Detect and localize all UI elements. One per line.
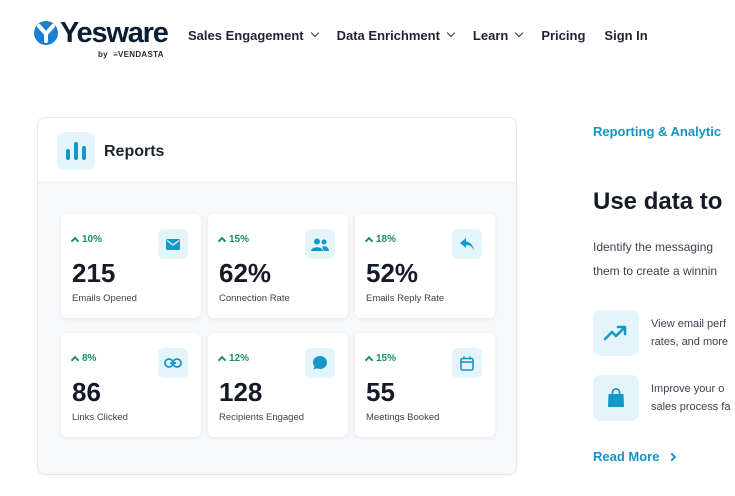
- vendasta-mark-icon: ≡: [110, 50, 118, 59]
- metric-tile-meetings-booked: 15% 55 Meetings Booked: [355, 333, 495, 437]
- metric-label: Recipients Engaged: [219, 412, 305, 423]
- envelope-icon: [158, 229, 188, 259]
- feature-line: View email perf: [651, 318, 726, 330]
- read-more-link[interactable]: Read More: [593, 449, 677, 464]
- delta-badge: 12%: [217, 353, 250, 365]
- metric-label: Emails Reply Rate: [366, 293, 445, 304]
- nav-sign-in[interactable]: Sign In: [604, 28, 647, 43]
- feature-text: Improve your o sales process fa: [651, 380, 730, 416]
- arrow-up-icon: [70, 355, 80, 365]
- main-nav: Sales Engagement Data Enrichment Learn P…: [188, 27, 667, 43]
- chevron-down-icon: [446, 28, 456, 38]
- arrow-up-icon: [217, 355, 227, 365]
- delta-badge: 15%: [364, 353, 397, 365]
- section-eyebrow: Reporting & Analytic: [593, 124, 722, 139]
- delta-value: 15%: [376, 353, 397, 364]
- metric-value: 62%: [219, 258, 272, 288]
- feature-text: View email perf rates, and more: [651, 315, 728, 351]
- chat-bubble-icon: [305, 348, 335, 378]
- metric-value: 55: [366, 377, 395, 407]
- chevron-down-icon: [515, 28, 524, 38]
- feature-line: sales process fa: [651, 401, 731, 413]
- section-headline: Use data to: [593, 188, 723, 215]
- reports-card-header: Reports: [38, 118, 516, 183]
- nav-label: Pricing: [541, 27, 586, 43]
- partner-name: VENDASTA: [117, 50, 164, 59]
- paragraph-line: Identify the messaging: [593, 240, 714, 254]
- delta-value: 10%: [82, 234, 103, 245]
- metric-label: Links Clicked: [72, 412, 128, 423]
- metric-value: 86: [72, 377, 101, 407]
- calendar-icon: [452, 348, 482, 378]
- metric-value: 52%: [366, 258, 419, 288]
- read-more-label: Read More: [593, 449, 660, 464]
- nav-sales-engagement[interactable]: Sales Engagement: [188, 27, 319, 43]
- nav-label: Sales Engagement: [188, 27, 304, 43]
- brand-name: Yesware: [60, 17, 169, 49]
- metric-tile-links-clicked: 8% 86 Links Clicked: [61, 333, 201, 437]
- metric-label: Connection Rate: [219, 293, 290, 304]
- reports-title: Reports: [104, 143, 165, 160]
- nav-learn[interactable]: Learn: [472, 27, 524, 43]
- metric-label: Meetings Booked: [366, 412, 440, 423]
- page: Yesware by ≡VENDASTA Sales Engagement Da…: [0, 0, 735, 496]
- nav-label: Sign In: [604, 27, 648, 43]
- trend-up-icon: [593, 310, 639, 356]
- delta-badge: 18%: [364, 234, 397, 246]
- brand-byline: by ≡VENDASTA: [98, 50, 164, 59]
- metric-tile-recipients-engaged: 12% 128 Recipients Engaged: [208, 333, 348, 437]
- metric-tile-reply-rate: 18% 52% Emails Reply Rate: [355, 214, 495, 318]
- arrow-up-icon: [364, 355, 374, 365]
- metric-label: Emails Opened: [72, 293, 137, 304]
- nav-pricing[interactable]: Pricing: [541, 28, 585, 43]
- arrow-up-icon: [70, 236, 80, 246]
- chevron-right-icon: [668, 452, 677, 461]
- shopping-bag-icon: [593, 375, 639, 421]
- chevron-down-icon: [310, 28, 319, 38]
- metric-tile-emails-opened: 10% 215 Emails Opened: [61, 214, 201, 318]
- delta-value: 12%: [229, 353, 250, 364]
- feature-line: rates, and more: [651, 336, 729, 348]
- delta-value: 15%: [229, 234, 250, 245]
- paragraph-line: them to create a winnin: [593, 264, 718, 278]
- yesware-logo-icon: [34, 21, 58, 45]
- nav-data-enrichment[interactable]: Data Enrichment: [336, 27, 456, 43]
- delta-badge: 8%: [70, 353, 97, 365]
- feature-line: Improve your o: [651, 383, 725, 395]
- delta-value: 8%: [82, 353, 97, 364]
- bar-chart-icon: [57, 132, 95, 170]
- reports-card: Reports 10% 215 Emails Opened 15% 62% Co…: [37, 117, 517, 475]
- reply-icon: [452, 229, 482, 259]
- delta-value: 18%: [376, 234, 397, 245]
- byline-text: by: [98, 50, 108, 59]
- arrow-up-icon: [364, 236, 374, 246]
- delta-badge: 10%: [70, 234, 103, 246]
- metric-tile-connection-rate: 15% 62% Connection Rate: [208, 214, 348, 318]
- metric-value: 215: [72, 258, 116, 288]
- metric-value: 128: [219, 377, 263, 407]
- arrow-up-icon: [217, 236, 227, 246]
- people-icon: [305, 229, 335, 259]
- yesware-logo[interactable]: Yesware by ≡VENDASTA: [33, 17, 169, 62]
- delta-badge: 15%: [217, 234, 250, 246]
- nav-label: Learn: [472, 27, 509, 43]
- nav-label: Data Enrichment: [336, 27, 440, 43]
- link-icon: [158, 348, 188, 378]
- section-paragraph: Identify the messaging them to create a …: [593, 235, 717, 283]
